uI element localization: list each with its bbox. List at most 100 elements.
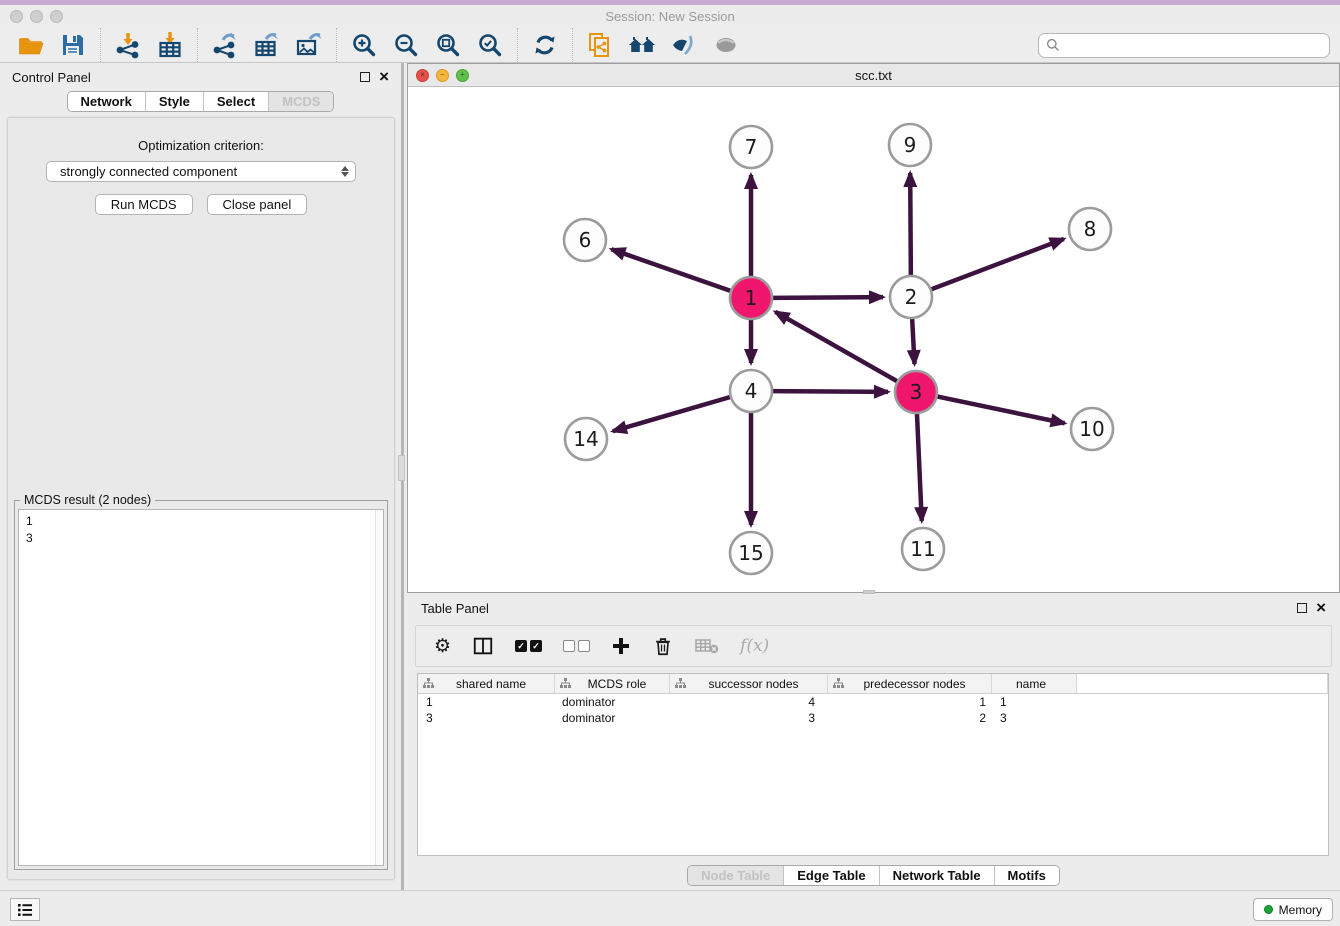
import-table-icon[interactable] — [154, 29, 186, 61]
zoom-in-icon[interactable] — [348, 29, 380, 61]
graph-edge-1-2[interactable] — [773, 297, 883, 298]
memory-button[interactable]: Memory — [1253, 898, 1333, 921]
result-line: 1 — [26, 513, 383, 530]
float-panel-icon[interactable] — [360, 72, 370, 82]
graph-edge-4-3[interactable] — [773, 391, 888, 392]
select-all-checkboxes-icon[interactable]: ✓✓ — [515, 640, 542, 652]
panel-list-button[interactable] — [10, 898, 40, 921]
memory-status-icon — [1264, 905, 1273, 914]
canvas-resize-handle[interactable] — [863, 590, 875, 594]
network-graph[interactable]: 1234678910111415 — [408, 87, 1339, 593]
cell-successor-nodes: 3 — [670, 710, 828, 726]
graph-edge-2-8[interactable] — [932, 239, 1064, 289]
table-row[interactable]: 1 dominator 4 1 1 — [418, 694, 1328, 710]
graph-node-label-9: 9 — [904, 133, 917, 157]
run-mcds-button[interactable]: Run MCDS — [95, 194, 193, 215]
export-image-icon[interactable] — [293, 29, 325, 61]
cell-successor-nodes: 4 — [670, 694, 828, 710]
graph-edge-3-1[interactable] — [775, 312, 897, 381]
tab-select[interactable]: Select — [204, 92, 269, 111]
graph-edge-1-6[interactable] — [611, 249, 730, 291]
show-graphics-icon[interactable] — [710, 29, 742, 61]
window-title: Session: New Session — [0, 9, 1340, 24]
table-row[interactable]: 3 dominator 3 2 3 — [418, 710, 1328, 726]
cell-mcds-role: dominator — [555, 710, 670, 726]
optimization-criterion-label: Optimization criterion: — [8, 138, 394, 153]
column-header-mcds-role[interactable]: MCDS role — [555, 674, 670, 693]
add-row-icon[interactable] — [611, 636, 631, 656]
graph-node-label-7: 7 — [745, 135, 758, 159]
column-header-shared-name[interactable]: shared name — [418, 674, 555, 693]
tab-node-table[interactable]: Node Table — [688, 866, 784, 885]
network-canvas[interactable]: 1234678910111415 — [408, 87, 1339, 592]
table-panel: Table Panel × ⚙ ✓✓ f(x) — [407, 595, 1340, 890]
cell-predecessor-nodes: 2 — [828, 710, 992, 726]
export-table-icon[interactable] — [251, 29, 283, 61]
panel-divider-handle[interactable] — [398, 455, 405, 481]
criterion-value: strongly connected component — [60, 164, 237, 179]
search-icon — [1046, 38, 1060, 52]
import-network-icon[interactable] — [112, 29, 144, 61]
column-header-predecessor-nodes[interactable]: predecessor nodes — [828, 674, 992, 693]
export-network-icon[interactable] — [209, 29, 241, 61]
tab-motifs[interactable]: Motifs — [995, 866, 1059, 885]
tab-edge-table[interactable]: Edge Table — [784, 866, 879, 885]
clone-network-icon[interactable] — [584, 29, 616, 61]
toolbar-separator — [100, 28, 101, 62]
zoom-fit-icon[interactable] — [432, 29, 464, 61]
cell-shared-name: 1 — [418, 694, 555, 710]
zoom-out-icon[interactable] — [390, 29, 422, 61]
close-panel-icon[interactable]: × — [379, 72, 389, 82]
first-neighbors-icon[interactable] — [626, 29, 658, 61]
close-panel-button[interactable]: Close panel — [207, 194, 308, 215]
mcds-panel: Optimization criterion: strongly connect… — [7, 117, 395, 880]
tab-network[interactable]: Network — [68, 92, 146, 111]
column-header-successor-nodes[interactable]: successor nodes — [670, 674, 828, 693]
graph-edge-4-14[interactable] — [613, 397, 730, 431]
hide-details-icon[interactable] — [668, 29, 700, 61]
float-table-panel-icon[interactable] — [1297, 603, 1307, 613]
close-table-panel-icon[interactable]: × — [1316, 603, 1326, 613]
cell-name: 3 — [992, 710, 1077, 726]
cell-name: 1 — [992, 694, 1077, 710]
list-icon — [17, 903, 33, 917]
node-table[interactable]: shared name MCDS role successor nodes pr… — [417, 673, 1329, 856]
graph-edge-2-3[interactable] — [912, 319, 914, 364]
column-layout-icon[interactable] — [472, 635, 494, 657]
open-session-icon[interactable] — [15, 29, 47, 61]
search-input[interactable] — [1065, 35, 1329, 55]
tab-style[interactable]: Style — [146, 92, 204, 111]
graph-node-label-6: 6 — [579, 228, 592, 252]
zoom-selected-icon[interactable] — [474, 29, 506, 61]
result-line: 3 — [26, 530, 383, 547]
delete-table-icon — [695, 636, 719, 656]
criterion-dropdown[interactable]: strongly connected component — [46, 161, 356, 182]
result-scrollbar[interactable] — [375, 510, 383, 865]
toolbar-separator — [517, 28, 518, 62]
mcds-result-groupbox: MCDS result (2 nodes) 1 3 — [14, 500, 388, 870]
column-header-name[interactable]: name — [992, 674, 1077, 693]
tab-network-table[interactable]: Network Table — [880, 866, 995, 885]
graph-edge-3-10[interactable] — [938, 397, 1065, 424]
graph-node-label-15: 15 — [738, 541, 763, 565]
graph-node-label-8: 8 — [1084, 217, 1097, 241]
graph-edge-2-9[interactable] — [910, 173, 911, 275]
control-panel: Control Panel × Network Style Select MCD… — [0, 63, 404, 890]
control-panel-title: Control Panel — [12, 70, 91, 85]
save-session-icon[interactable] — [57, 29, 89, 61]
refresh-icon[interactable] — [529, 29, 561, 61]
table-panel-title: Table Panel — [421, 601, 489, 616]
table-tab-bar: Node Table Edge Table Network Table Moti… — [687, 865, 1060, 886]
hierarchy-icon — [423, 678, 434, 689]
delete-row-icon[interactable] — [652, 635, 674, 657]
gear-icon[interactable]: ⚙ — [434, 635, 451, 658]
mcds-result-list[interactable]: 1 3 — [18, 509, 384, 866]
toolbar-separator — [336, 28, 337, 62]
graph-node-label-11: 11 — [910, 537, 935, 561]
search-field[interactable] — [1038, 33, 1330, 58]
function-builder-icon: f(x) — [740, 636, 769, 656]
deselect-all-checkboxes-icon[interactable] — [563, 640, 590, 652]
graph-node-label-3: 3 — [910, 380, 923, 404]
graph-edge-3-11[interactable] — [917, 414, 922, 521]
tab-mcds[interactable]: MCDS — [269, 92, 333, 111]
